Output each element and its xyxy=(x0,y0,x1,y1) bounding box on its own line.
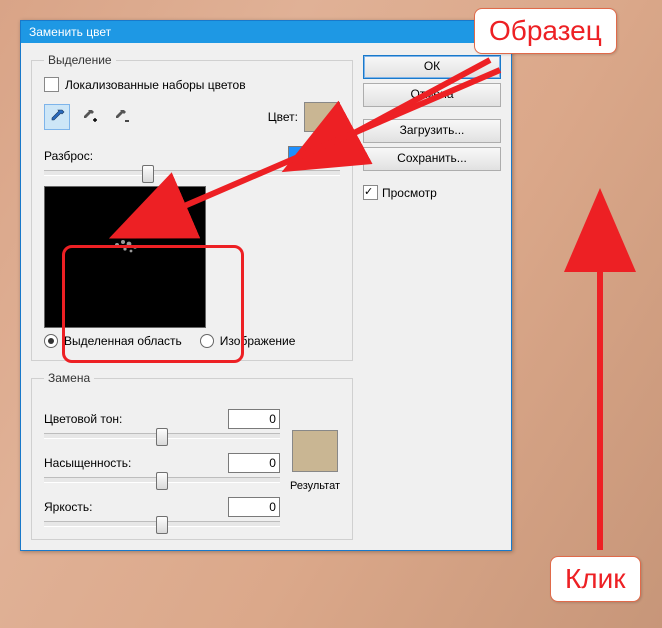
radio-image[interactable]: Изображение xyxy=(200,334,296,348)
save-button[interactable]: Сохранить... xyxy=(363,147,501,171)
localized-colors-label: Локализованные наборы цветов xyxy=(65,78,246,92)
lightness-input[interactable]: 0 xyxy=(228,497,280,517)
hue-slider[interactable] xyxy=(44,433,280,439)
lightness-label: Яркость: xyxy=(44,500,92,514)
ok-button[interactable]: ОК xyxy=(363,55,501,79)
selection-group: Выделение Локализованные наборы цветов xyxy=(31,53,353,361)
radio-selection-label: Выделенная область xyxy=(64,334,182,348)
hue-input[interactable]: 0 xyxy=(228,409,280,429)
saturation-input[interactable]: 0 xyxy=(228,453,280,473)
result-swatch[interactable] xyxy=(292,430,338,472)
lightness-slider[interactable] xyxy=(44,521,280,527)
color-label: Цвет: xyxy=(268,110,298,124)
fuzziness-label: Разброс: xyxy=(44,149,93,163)
preview-label: Просмотр xyxy=(382,186,437,200)
annotation-sample-callout: Образец xyxy=(474,8,617,54)
radio-image-label: Изображение xyxy=(220,334,296,348)
load-button[interactable]: Загрузить... xyxy=(363,119,501,143)
preview-checkbox[interactable] xyxy=(363,185,378,200)
replacement-group: Замена Цветовой тон: 0 Насыщенность: 0 xyxy=(31,371,353,540)
fuzziness-input[interactable]: 34 xyxy=(288,146,340,166)
fuzziness-slider[interactable] xyxy=(44,170,340,176)
saturation-slider[interactable] xyxy=(44,477,280,483)
replacement-legend: Замена xyxy=(44,371,94,385)
saturation-label: Насыщенность: xyxy=(44,456,131,470)
eyedropper-minus-icon[interactable] xyxy=(108,104,134,130)
hue-label: Цветовой тон: xyxy=(44,412,122,426)
radio-selection[interactable]: Выделенная область xyxy=(44,334,182,348)
color-swatch[interactable] xyxy=(304,102,340,132)
annotation-click-callout: Клик xyxy=(550,556,641,602)
replace-color-dialog: Заменить цвет Выделение Локализованные н… xyxy=(20,20,512,551)
eyedropper-icon[interactable] xyxy=(44,104,70,130)
selection-preview xyxy=(44,186,206,328)
eyedropper-plus-icon[interactable] xyxy=(76,104,102,130)
dialog-title[interactable]: Заменить цвет xyxy=(21,21,511,43)
cancel-button[interactable]: Отмена xyxy=(363,83,501,107)
localized-colors-checkbox[interactable] xyxy=(44,77,59,92)
result-label: Результат xyxy=(290,480,340,492)
selection-legend: Выделение xyxy=(44,53,116,67)
